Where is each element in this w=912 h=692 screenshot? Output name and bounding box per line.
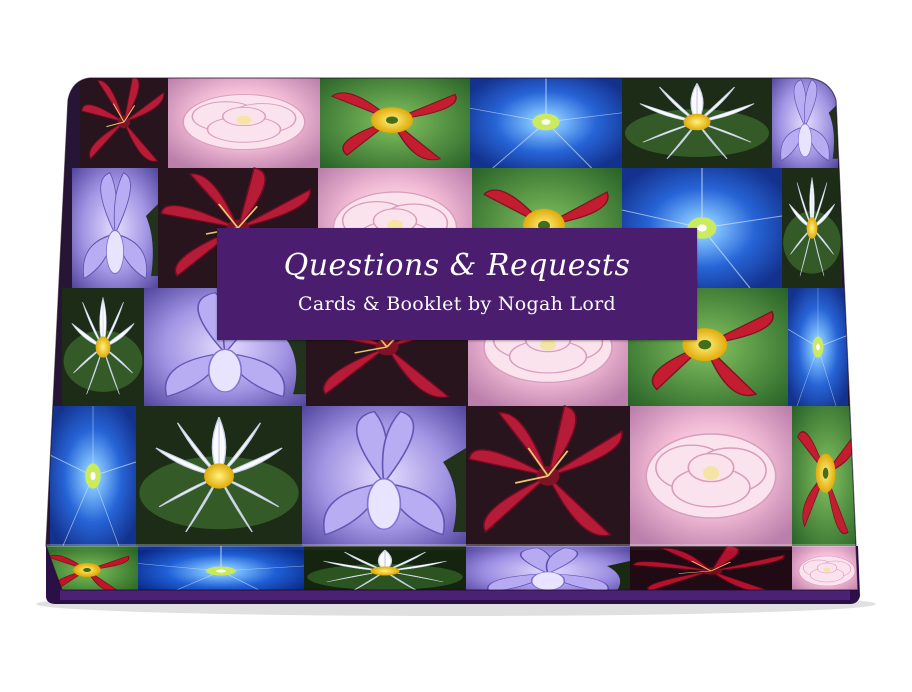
flower-card-box-photo (36, 77, 876, 616)
box-label: Questions & Requests Cards & Booklet by … (217, 228, 697, 340)
box-title: Questions & Requests (283, 248, 631, 283)
box-subtitle: Cards & Booklet by Nogah Lord (298, 293, 616, 315)
